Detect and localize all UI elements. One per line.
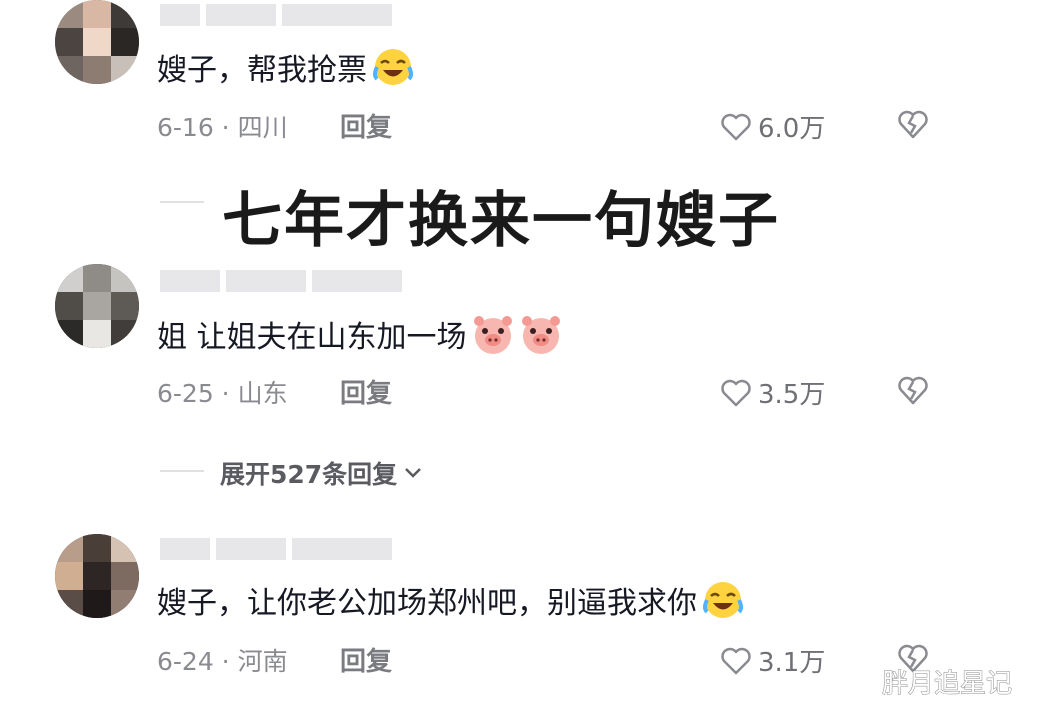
comment-date-location: 6-16 · 四川: [157, 113, 288, 142]
comment-text: 姐 让姐夫在山东加一场: [157, 312, 563, 356]
crying-laughing-emoji: [373, 49, 413, 85]
heart-icon: [721, 379, 751, 406]
broken-heart-icon[interactable]: [896, 374, 930, 406]
comment-text: 嫂子，让你老公加场郑州吧，别逼我求你: [157, 578, 745, 622]
divider: [160, 201, 204, 203]
divider: [160, 470, 204, 472]
expand-replies-label: 展开527条回复: [220, 460, 398, 489]
username-blurred[interactable]: [160, 4, 392, 30]
like-button[interactable]: 3.1万: [720, 642, 825, 679]
like-button[interactable]: 3.5万: [720, 374, 825, 411]
pig-face-emoji: [521, 316, 560, 354]
broken-heart-icon[interactable]: [896, 108, 930, 140]
like-button[interactable]: 6.0万: [720, 108, 825, 145]
overlay-title: 七年才换来一句嫂子: [217, 181, 783, 261]
like-count: 3.5万: [758, 380, 826, 410]
reply-button[interactable]: 回复: [340, 373, 392, 410]
pig-face-emoji: [473, 316, 512, 354]
reply-button[interactable]: 回复: [340, 641, 392, 678]
watermark: 胖月追星记: [881, 669, 1013, 700]
comment-date-location: 6-25 · 山东: [157, 379, 288, 408]
avatar[interactable]: [55, 534, 139, 618]
chevron-down-icon: [405, 468, 422, 478]
like-count: 6.0万: [758, 114, 826, 144]
expand-replies-button[interactable]: 展开527条回复: [220, 455, 423, 491]
avatar[interactable]: [55, 0, 139, 84]
avatar[interactable]: [55, 264, 139, 348]
heart-icon: [721, 113, 751, 140]
comment-text: 嫂子，帮我抢票: [157, 45, 415, 89]
avatar-mosaic: [55, 534, 139, 618]
username-blurred[interactable]: [160, 270, 402, 296]
comment-date-location: 6-24 · 河南: [157, 647, 288, 676]
reply-button[interactable]: 回复: [340, 107, 392, 144]
avatar-mosaic: [55, 264, 139, 348]
username-blurred[interactable]: [160, 538, 392, 564]
like-count: 3.1万: [758, 648, 826, 678]
heart-icon: [721, 647, 751, 674]
crying-laughing-emoji: [703, 582, 743, 618]
avatar-mosaic: [55, 0, 139, 84]
